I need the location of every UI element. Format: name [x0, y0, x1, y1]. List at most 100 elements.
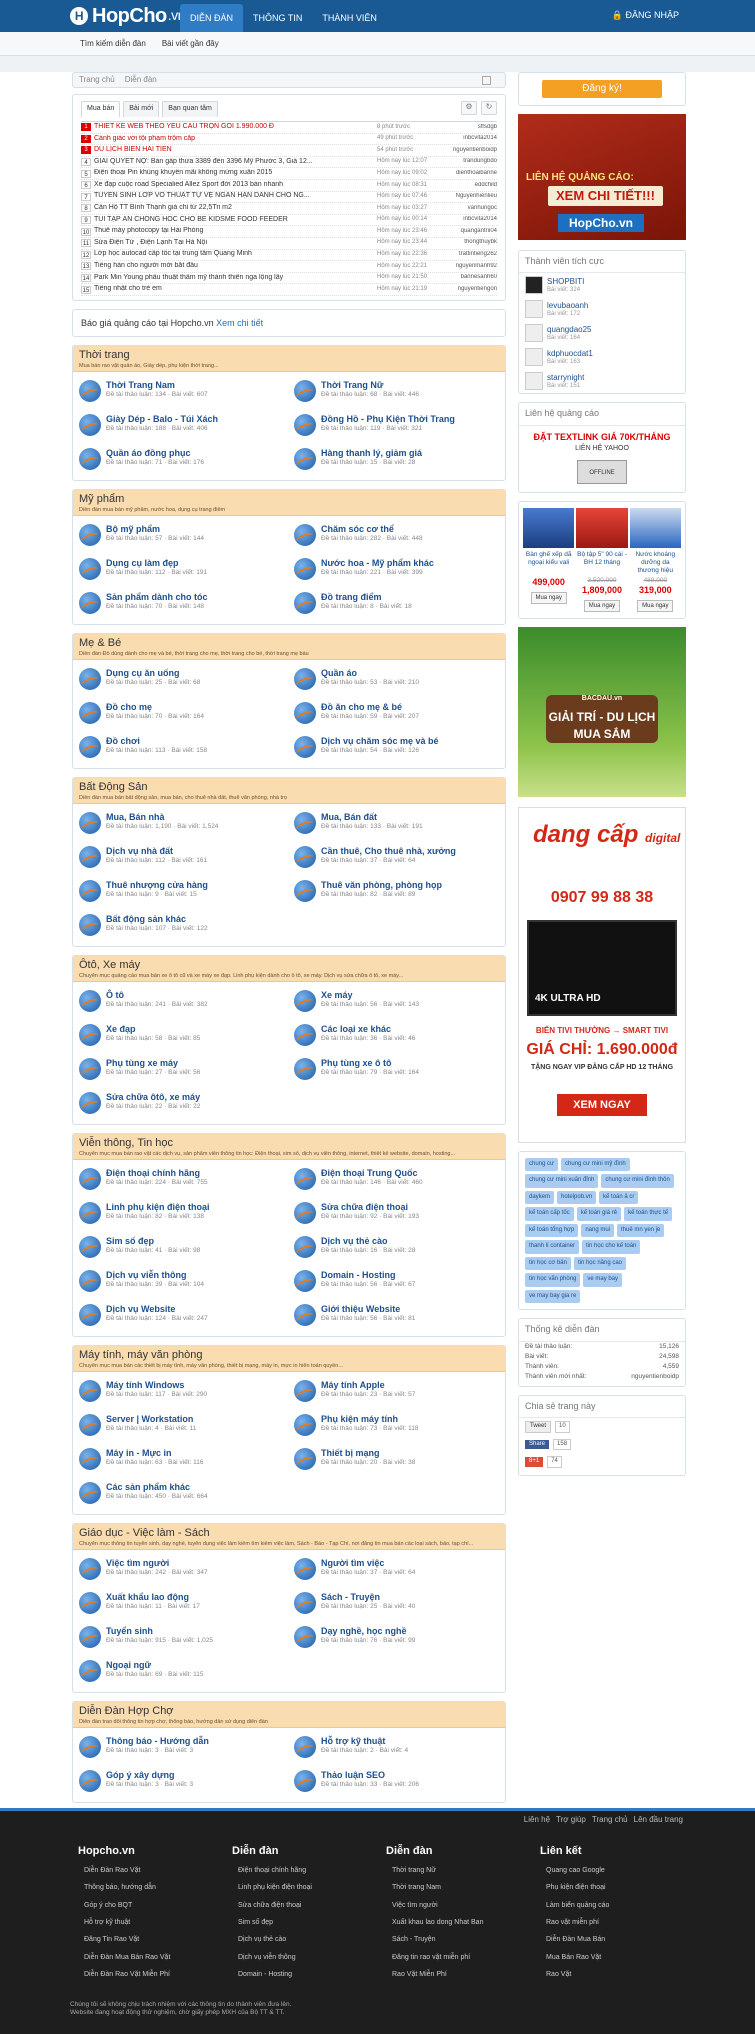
tab-buy-sell[interactable]: Mua bán	[81, 101, 121, 117]
forum-item[interactable]: Điện thoại chính hãng Đề tài thảo luận: 2…	[79, 1162, 284, 1196]
forum-item[interactable]: Nước hoa - Mỹ phẩm khác Đề tài thảo luận:…	[294, 552, 499, 586]
forum-item[interactable]: Sách - Truyện Đề tài thảo luận: 25 · Bài …	[294, 1586, 499, 1620]
forum-name-link[interactable]: Giới thiệu Website	[321, 1304, 415, 1315]
forum-name-link[interactable]: Dịch vụ Website	[106, 1304, 208, 1315]
category-title[interactable]: Máy tính, máy văn phòng	[79, 1349, 499, 1363]
expand-icon[interactable]	[482, 76, 491, 85]
footer-link[interactable]: Xuất khau lao dong Nhat Ban	[386, 1919, 540, 1936]
latest-post-row[interactable]: 3 DU LỊCH BIỂN HẢI TIẾN 54 phút trước nguye…	[81, 145, 497, 157]
yahoo-status-badge[interactable]: OFFLINE	[577, 459, 627, 484]
post-author-link[interactable]: trattintieng262	[443, 251, 497, 259]
post-author-link[interactable]: vanhungoc	[443, 205, 497, 213]
tag-link[interactable]: kế toán tổng hợp	[525, 1223, 579, 1238]
footer-link[interactable]: Diễn Đàn Rao Vặt Miễn Phí	[78, 1971, 232, 1988]
forum-item[interactable]: Đồng Hồ - Phụ Kiện Thời Trang Đề tài thảo…	[294, 408, 499, 442]
forum-item[interactable]: Xe máy Đề tài thảo luận: 56 · Bài viết: 1…	[294, 984, 499, 1018]
forum-name-link[interactable]: Bất động sản khác	[106, 914, 208, 925]
forum-item[interactable]: Dụng cụ ăn uống Đề tài thảo luận: 25 · Bà…	[79, 662, 284, 696]
footer-link[interactable]: Dịch vụ viễn thông	[232, 1954, 386, 1971]
footer-link[interactable]: Phụ kiện điện thoại	[540, 1884, 694, 1901]
forum-item[interactable]: Domain - Hosting Đề tài thảo luận: 56 · B…	[294, 1264, 499, 1298]
post-author-link[interactable]: nguyentienboidp	[443, 147, 497, 155]
product-image[interactable]	[576, 507, 628, 548]
forum-name-link[interactable]: Phụ kiện máy tính	[321, 1414, 418, 1425]
post-title-link[interactable]: DU LỊCH BIỂN HẢI TIẾN	[94, 146, 377, 155]
forum-name-link[interactable]: Xe máy	[321, 990, 419, 1001]
forum-item[interactable]: Xe đạp Đề tài thảo luận: 58 · Bài viết: 8…	[79, 1018, 284, 1052]
post-author-link[interactable]: thongthuybk	[443, 239, 497, 247]
buy-now-button[interactable]: Mua ngay	[530, 591, 567, 604]
footer-link[interactable]: Rao Vặt Miễn Phí	[386, 1971, 540, 1988]
footer-link[interactable]: Mua Bán Rao Vặt	[540, 1954, 694, 1971]
forum-name-link[interactable]: Sản phẩm dành cho tóc	[106, 592, 208, 603]
forum-item[interactable]: Mua, Bán nhà Đề tài thảo luận: 1,190 · Bà…	[79, 806, 284, 840]
forum-item[interactable]: Các sản phẩm khác Đề tài thảo luận: 450 ·…	[79, 1476, 284, 1510]
tag-link[interactable]: chung cư mini mỹ đình	[561, 1157, 630, 1172]
post-author-link[interactable]: dienthoaibanne	[443, 170, 497, 178]
forum-name-link[interactable]: Thảo luận SEO	[321, 1770, 419, 1781]
forum-item[interactable]: Chăm sóc cơ thể Đề tài thảo luận: 282 · B…	[294, 518, 499, 552]
tag-link[interactable]: tin học cho kế toán	[582, 1240, 641, 1254]
footer-link[interactable]: Diễn Đàn Mua Bán	[540, 1936, 694, 1953]
forum-name-link[interactable]: Đồ cho mẹ	[106, 702, 204, 713]
post-title-link[interactable]: Cần Hộ TT Bình Thạnh giá chỉ từ 22,5Tri …	[94, 204, 377, 213]
forum-item[interactable]: Các loại xe khác Đề tài thảo luận: 36 · B…	[294, 1018, 499, 1052]
forum-item[interactable]: Quần áo Đề tài thảo luận: 53 · Bài viết: …	[294, 662, 499, 696]
forum-name-link[interactable]: Mua, Bán nhà	[106, 812, 218, 823]
post-title-link[interactable]: TUYỂN SINH LỚP VỖ THUẬT TỰ VỆ NGẮN HẠN D…	[94, 192, 377, 201]
forum-name-link[interactable]: Dụng cụ ăn uống	[106, 668, 200, 679]
tag-link[interactable]: nang mui	[581, 1223, 614, 1238]
footer-link[interactable]: Đăng Tin Rao Vặt	[78, 1936, 232, 1953]
forum-name-link[interactable]: Góp ý xây dựng	[106, 1770, 193, 1781]
login-link[interactable]: 🔒 ĐĂNG NHẬP	[612, 0, 679, 30]
avatar[interactable]	[525, 300, 543, 319]
forum-name-link[interactable]: Thuê nhượng cửa hàng	[106, 880, 208, 891]
footer-link[interactable]: Thời trang Nam	[386, 1884, 540, 1901]
facebook-share-button[interactable]: Share	[525, 1439, 550, 1450]
forum-item[interactable]: Hỗ trợ kỹ thuật Đề tài thảo luận: 2 · Bài…	[294, 1730, 499, 1764]
latest-post-row[interactable]: 10 Thuê máy photocopy tại Hải Phòng Hôm na…	[81, 226, 497, 238]
post-title-link[interactable]: Xe đạp cuộc road Specialied Allez Sport …	[94, 181, 377, 190]
footer-link[interactable]: Sửa chữa điện thoại	[232, 1902, 386, 1919]
avatar[interactable]	[525, 324, 543, 343]
footer-link[interactable]: Quang cao Google	[540, 1867, 694, 1884]
category-title[interactable]: Thời trang	[79, 349, 499, 363]
forum-name-link[interactable]: Bộ mỹ phẩm	[106, 524, 204, 535]
forum-name-link[interactable]: Sách - Truyện	[321, 1592, 415, 1603]
forum-name-link[interactable]: Đồ ăn cho mẹ & bé	[321, 702, 419, 713]
forum-item[interactable]: Thiết bị mạng Đề tài thảo luận: 20 · Bài …	[294, 1442, 499, 1476]
footer-link[interactable]: Làm biển quảng cáo	[540, 1902, 694, 1919]
post-title-link[interactable]: Thuê máy photocopy tại Hải Phòng	[94, 227, 377, 236]
tab-news[interactable]: THÔNG TIN	[243, 4, 312, 32]
travel-ad-banner[interactable]: BACDAU.vn GIẢI TRÍ - DU LỊCH MUA SẮM	[518, 626, 686, 797]
forum-name-link[interactable]: Giày Dép - Balo - Túi Xách	[106, 414, 218, 425]
forum-item[interactable]: Ô tô Đề tài thảo luận: 241 · Bài viết: 38…	[79, 984, 284, 1018]
latest-post-row[interactable]: 14 Park Min Young phẫu thuật thẩm mỹ thàn…	[81, 273, 497, 285]
forum-item[interactable]: Sản phẩm dành cho tóc Đề tài thảo luận: 7…	[79, 586, 284, 620]
forum-item[interactable]: Dạy nghề, học nghề Đề tài thảo luận: 76 ·…	[294, 1620, 499, 1654]
forum-name-link[interactable]: Tuyển sinh	[106, 1626, 213, 1637]
post-title-link[interactable]: Tiếng nhật cho trẻ em	[94, 285, 377, 294]
footer-link[interactable]: Đăng tin rao vặt miễn phí	[386, 1954, 540, 1971]
post-title-link[interactable]: Sửa Điện Tử , Điện Lạnh Tại Hà Nội	[94, 239, 377, 248]
avatar[interactable]	[525, 348, 543, 367]
member-row[interactable]: SHOPBITI Bài viết: 324	[519, 273, 685, 297]
category-title[interactable]: Giáo dục - Việc làm - Sách	[79, 1527, 499, 1541]
forum-name-link[interactable]: Nước hoa - Mỹ phẩm khác	[321, 558, 434, 569]
forum-name-link[interactable]: Cần thuê, Cho thuê nhà, xưởng	[321, 846, 456, 857]
forum-name-link[interactable]: Các sản phẩm khác	[106, 1482, 208, 1493]
tag-link[interactable]: kế toán ả cr	[599, 1190, 639, 1205]
tag-link[interactable]: kế toán giá rẻ	[576, 1207, 622, 1221]
product-image[interactable]	[629, 507, 681, 548]
latest-post-row[interactable]: 2 Cảnh giác với tội phạm trộm cắp 49 phút …	[81, 134, 497, 146]
buy-now-button[interactable]: Mua ngay	[583, 599, 620, 612]
member-row[interactable]: starrynight Bài viết: 151	[519, 369, 685, 393]
forum-name-link[interactable]: Thiết bị mạng	[321, 1448, 415, 1459]
tag-link[interactable]: chung cư	[525, 1157, 559, 1172]
forum-item[interactable]: Thảo luận SEO Đề tài thảo luận: 33 · Bài …	[294, 1764, 499, 1798]
footer-link[interactable]: Domain - Hosting	[232, 1971, 386, 1988]
post-author-link[interactable]: eddchild	[443, 182, 497, 190]
forum-item[interactable]: Thuê văn phòng, phòng họp Đề tài thảo luậ…	[294, 874, 499, 908]
forum-item[interactable]: Server | Workstation Đề tài thảo luận: 4 …	[79, 1408, 284, 1442]
forum-item[interactable]: Đồ ăn cho mẹ & bé Đề tài thảo luận: 59 · …	[294, 696, 499, 730]
